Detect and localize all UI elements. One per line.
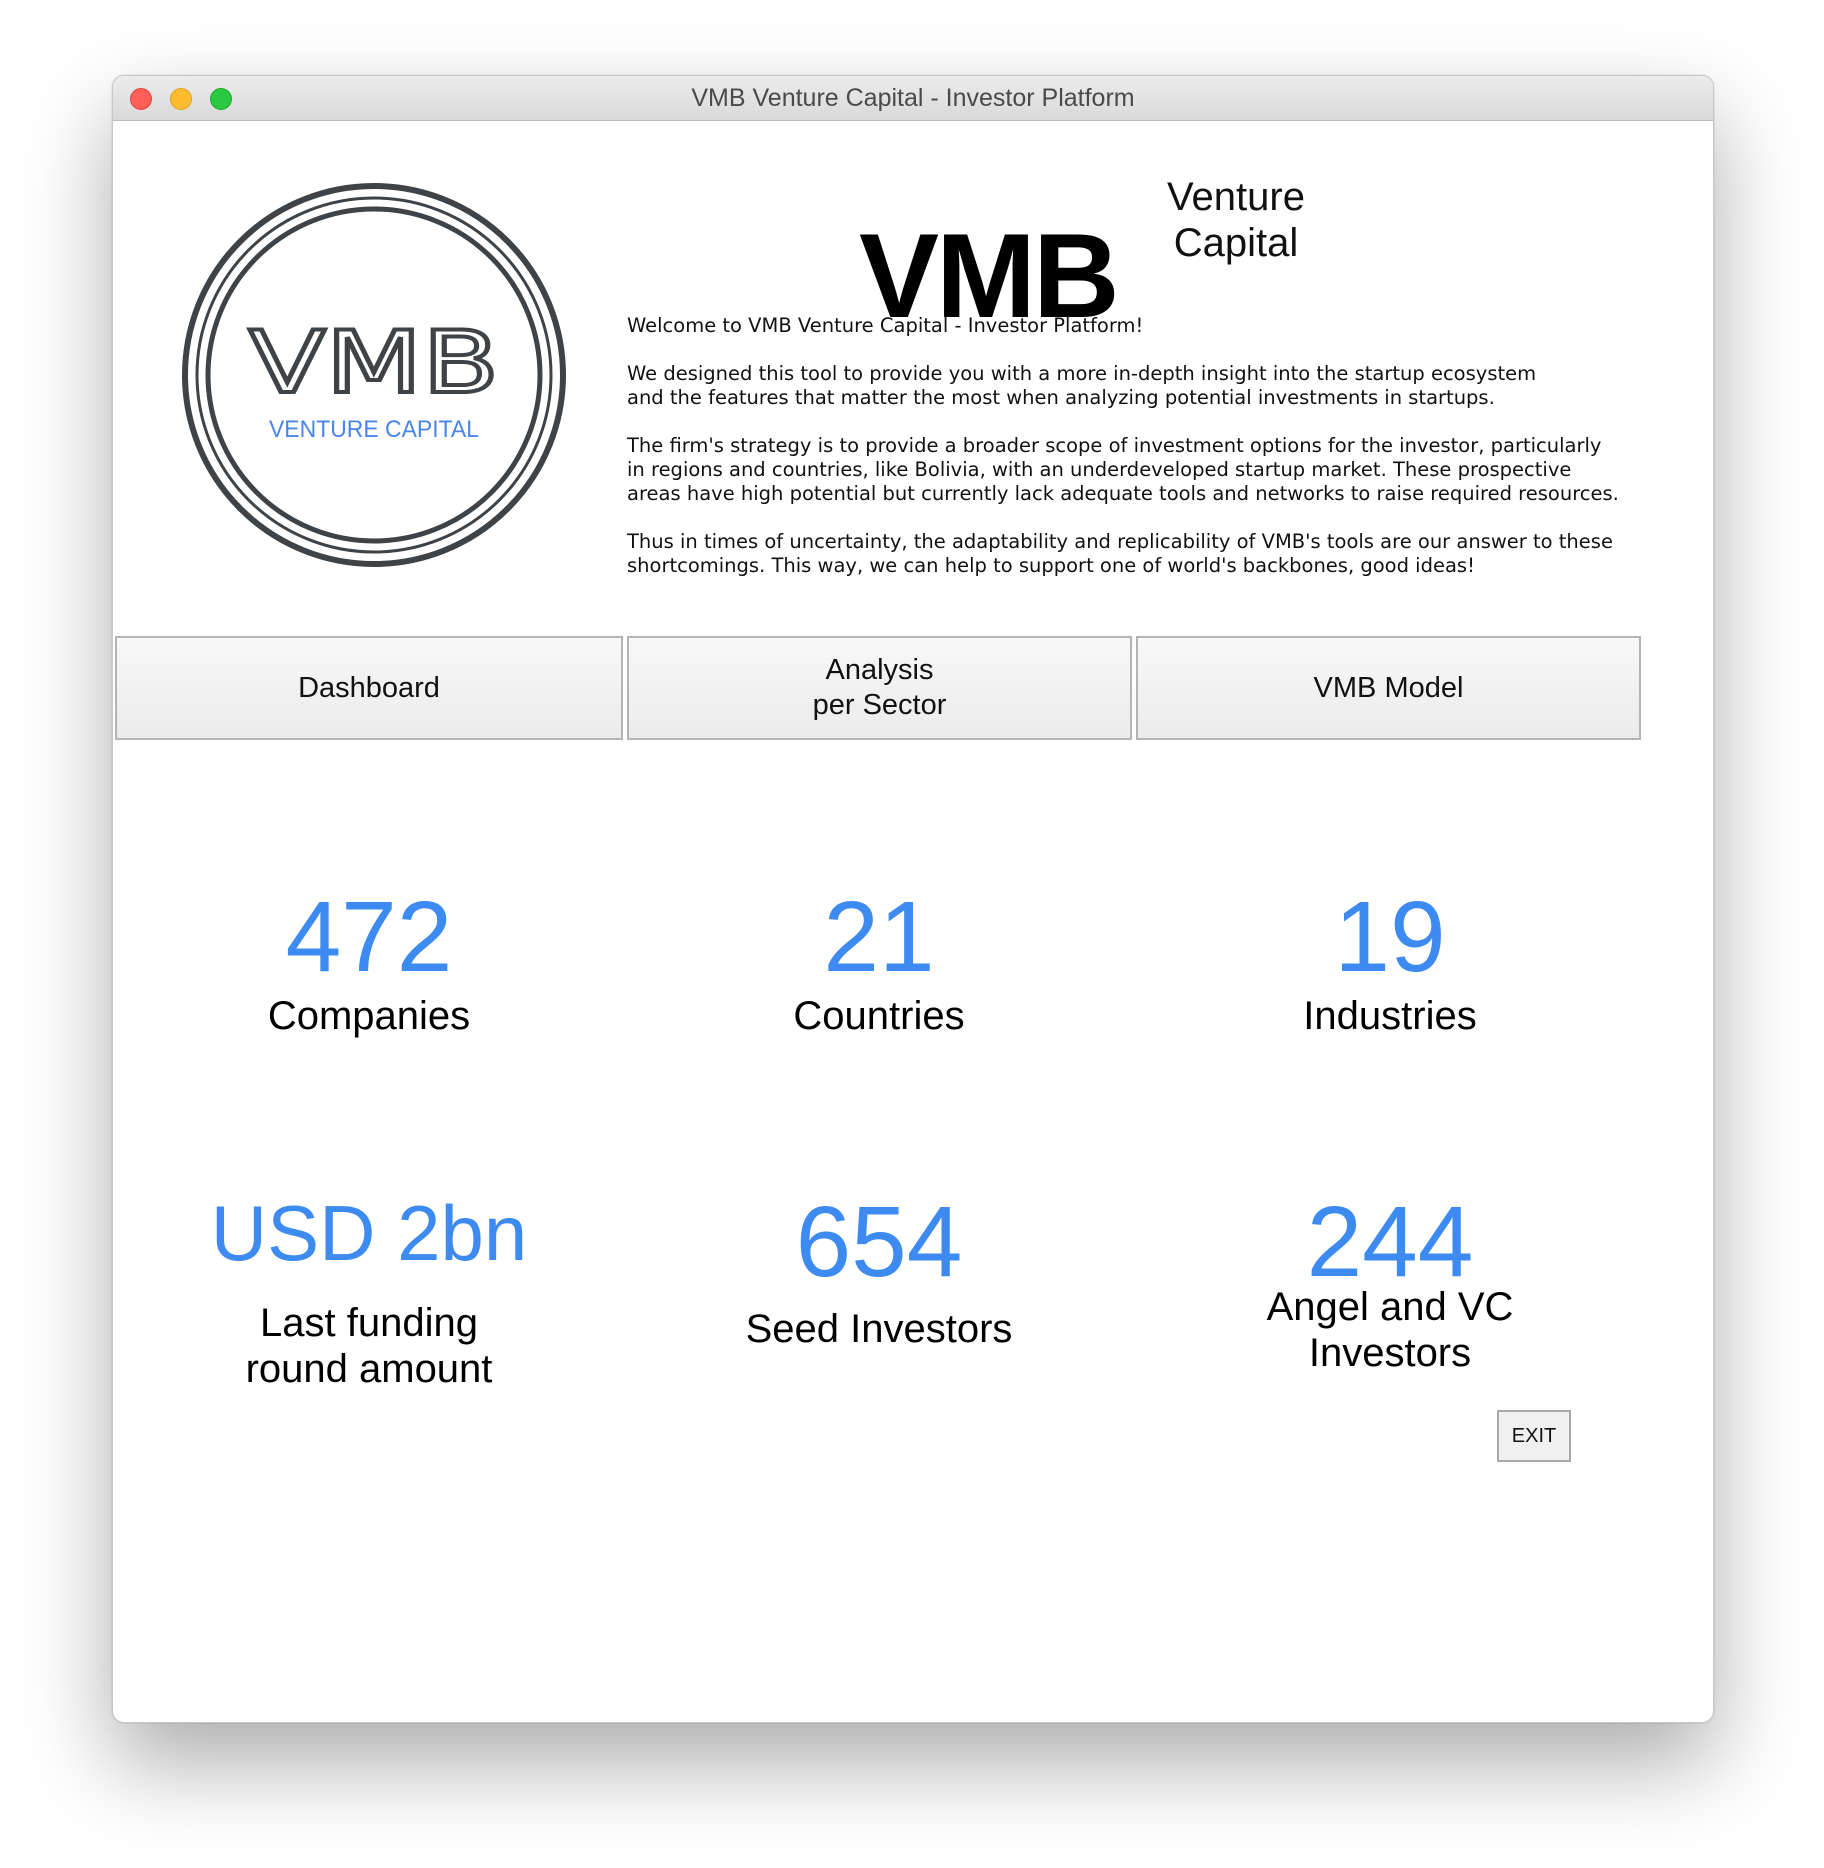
intro-text: Welcome to VMB Venture Capital - Investo…	[627, 314, 1667, 602]
dashboard-button[interactable]: Dashboard	[115, 636, 623, 740]
brand-subtitle: Venture Capital	[1167, 175, 1305, 265]
window-title: VMB Venture Capital - Investor Platform	[691, 84, 1135, 112]
stat-label: Industries	[1303, 994, 1477, 1038]
stat-value: 244	[1306, 1186, 1474, 1298]
intro-paragraph: Welcome to VMB Venture Capital - Investo…	[627, 314, 1144, 337]
stat-value: 472	[285, 881, 453, 993]
stat-last-funding: USD 2bn Last funding round amount	[119, 1194, 619, 1392]
stat-industries: 19 Industries	[1140, 887, 1640, 1039]
stat-value: 21	[823, 881, 935, 993]
stat-label: Angel and VC Investors	[1266, 1285, 1514, 1375]
stat-seed-investors: 654 Seed Investors	[629, 1192, 1129, 1352]
vmb-logo: VMB VENTURE CAPITAL	[182, 183, 566, 567]
stat-value: 19	[1334, 881, 1446, 993]
analysis-per-sector-button[interactable]: Analysis per Sector	[627, 636, 1132, 740]
title-bar[interactable]: VMB Venture Capital - Investor Platform	[113, 76, 1713, 121]
stat-companies: 472 Companies	[119, 887, 619, 1039]
stat-label: Countries	[793, 994, 965, 1038]
vmb-model-button[interactable]: VMB Model	[1136, 636, 1641, 740]
exit-button[interactable]: EXIT	[1497, 1410, 1571, 1462]
stat-label: Companies	[267, 994, 471, 1038]
logo-subtitle: VENTURE CAPITAL	[269, 416, 479, 443]
stat-angel-vc-investors: 244 Angel and VC Investors	[1140, 1192, 1640, 1376]
stat-value: USD 2bn	[210, 1189, 528, 1277]
intro-paragraph: Thus in times of uncertainty, the adapta…	[627, 530, 1613, 577]
stat-value: 654	[795, 1186, 963, 1298]
stat-label: Seed Investors	[745, 1307, 1013, 1351]
app-window: VMB Venture Capital - Investor Platform …	[112, 75, 1714, 1723]
stat-countries: 21 Countries	[629, 887, 1129, 1039]
intro-paragraph: The firm's strategy is to provide a broa…	[627, 434, 1619, 505]
stat-label: Last funding round amount	[245, 1301, 493, 1391]
intro-paragraph: We designed this tool to provide you wit…	[627, 362, 1537, 409]
logo-text: VMB	[249, 313, 499, 413]
